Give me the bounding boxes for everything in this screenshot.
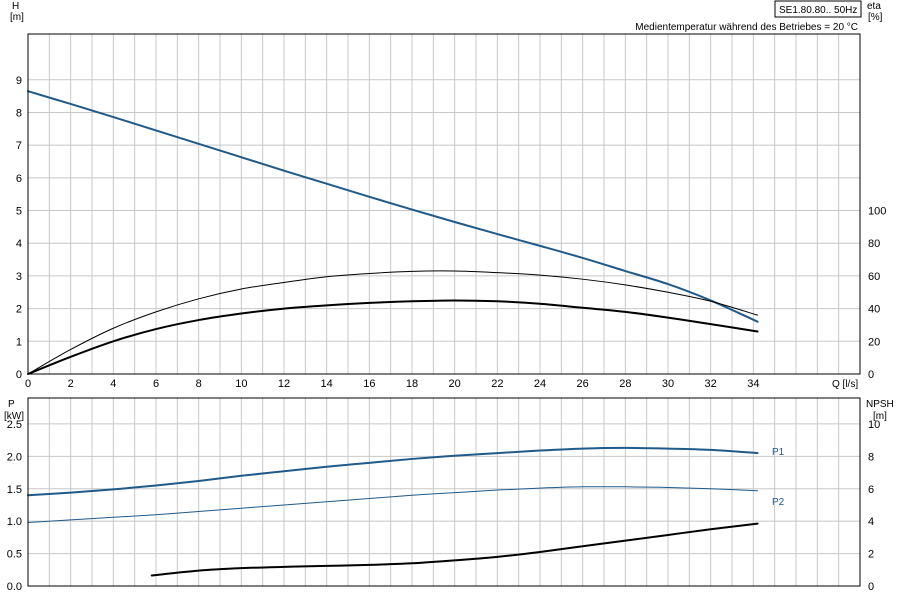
bottom-panel-grid xyxy=(28,398,860,586)
bottom-left-tick-label: 1.5 xyxy=(7,484,22,496)
p1-curve-label: P1 xyxy=(772,447,785,458)
x-tick-label: 32 xyxy=(705,378,717,390)
top-left-tick-label: 3 xyxy=(16,271,22,283)
x-tick-label: 34 xyxy=(747,378,759,390)
x-tick-label: 20 xyxy=(449,378,461,390)
bottom-left-tick-label: 0.5 xyxy=(7,549,22,561)
eta-axis-label: eta xyxy=(867,1,881,12)
x-tick-label: 6 xyxy=(153,378,159,390)
bottom-left-tick-label: 2.0 xyxy=(7,451,22,463)
npsh-axis-label: NPSH xyxy=(866,399,894,410)
top-left-tick-label: 8 xyxy=(16,107,22,119)
x-tick-label: 14 xyxy=(321,378,333,390)
bottom-right-tick-label: 0 xyxy=(868,581,874,593)
x-tick-label: 8 xyxy=(196,378,202,390)
bottom-right-tick-label: 4 xyxy=(868,516,874,528)
bottom-right-tick-label: 6 xyxy=(868,484,874,496)
q-axis-label: Q [l/s] xyxy=(832,379,858,390)
p2-curve-label: P2 xyxy=(772,497,785,508)
top-right-tick-label: 80 xyxy=(868,238,880,250)
bottom-series-1-curve xyxy=(27,486,759,523)
top-left-tick-label: 1 xyxy=(16,336,22,348)
top-right-tick-label: 100 xyxy=(868,206,886,218)
bottom-series-0-curve xyxy=(27,446,759,497)
top-left-tick-label: 6 xyxy=(16,173,22,185)
h-axis-label: H xyxy=(12,1,19,12)
top-panel-grid xyxy=(28,34,860,374)
bottom-panel-curves xyxy=(27,446,759,577)
p-axis-unit: [kW] xyxy=(4,411,24,422)
top-left-tick-label: 9 xyxy=(16,75,22,87)
bottom-panel-frame xyxy=(27,397,861,587)
top-right-tick-label: 0 xyxy=(868,369,874,381)
x-tick-label: 30 xyxy=(662,378,674,390)
chart-title: SE1.80.80.. 50Hz xyxy=(779,5,857,16)
bottom-left-tick-label: 0.0 xyxy=(7,581,22,593)
top-left-tick-label: 2 xyxy=(16,304,22,316)
x-tick-label: 16 xyxy=(363,378,375,390)
h-axis-unit: [m] xyxy=(10,12,24,23)
top-series-2-curve xyxy=(27,299,759,375)
top-left-tick-label: 5 xyxy=(16,206,22,218)
bottom-right-tick-label: 8 xyxy=(868,451,874,463)
x-tick-label: 2 xyxy=(68,378,74,390)
p-axis-label: P xyxy=(8,399,15,410)
top-left-tick-label: 4 xyxy=(16,238,22,250)
x-tick-label: 0 xyxy=(25,378,31,390)
top-left-tick-label: 0 xyxy=(16,369,22,381)
eta-axis-unit: [%] xyxy=(868,12,883,23)
x-tick-label: 10 xyxy=(235,378,247,390)
bottom-right-tick-label: 2 xyxy=(868,549,874,561)
npsh-axis-unit: [m] xyxy=(873,411,887,422)
temperature-note: Medientemperatur während des Betriebes =… xyxy=(635,22,858,33)
top-right-tick-label: 20 xyxy=(868,336,880,348)
top-panel-curves xyxy=(27,90,759,375)
x-tick-label: 4 xyxy=(110,378,116,390)
x-tick-label: 24 xyxy=(534,378,546,390)
x-tick-label: 26 xyxy=(577,378,589,390)
top-series-0-curve xyxy=(27,90,759,323)
x-tick-label: 18 xyxy=(406,378,418,390)
x-tick-label: 22 xyxy=(491,378,503,390)
pump-performance-chart: 01234567890204060801000 2 4 6 8 10 12 14 16 18 20 2… xyxy=(4,0,894,593)
top-panel-frame xyxy=(27,33,861,375)
x-tick-label: 28 xyxy=(619,378,631,390)
x-tick-label: 12 xyxy=(278,378,290,390)
top-series-1-curve xyxy=(27,270,759,375)
top-right-tick-label: 60 xyxy=(868,271,880,283)
top-right-tick-label: 40 xyxy=(868,304,880,316)
top-left-tick-label: 7 xyxy=(16,140,22,152)
bottom-left-tick-label: 1.0 xyxy=(7,516,22,528)
